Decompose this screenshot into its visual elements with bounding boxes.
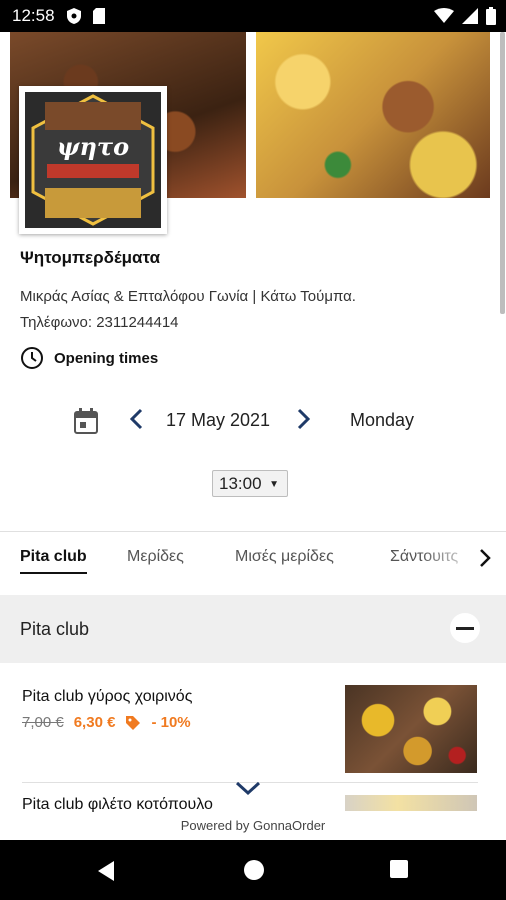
store-logo: ψητο — [19, 86, 167, 234]
selected-date: 17 May 2021 — [166, 410, 271, 430]
old-price: 7,00 € — [22, 714, 64, 731]
collapse-button[interactable] — [450, 613, 480, 643]
signal-icon — [462, 8, 478, 24]
discount-badge: - 10% — [151, 714, 191, 731]
tab-merides[interactable]: Μερίδες — [127, 548, 184, 566]
scrollbar[interactable] — [500, 32, 505, 314]
section-header[interactable]: Pita club — [0, 595, 506, 663]
hero-photo-wraps — [256, 32, 490, 198]
caret-down-icon: ▼ — [269, 479, 279, 490]
clock-icon — [21, 347, 43, 369]
store-address: Μικράς Ασίας & Επταλόφου Γωνία | Κάτω Το… — [20, 288, 356, 305]
selected-weekday: Monday — [350, 410, 415, 430]
minus-icon — [456, 627, 474, 630]
section-title: Pita club — [20, 619, 90, 639]
shield-icon — [67, 8, 81, 24]
time-select-value: 13:00 — [219, 474, 262, 493]
back-icon[interactable] — [96, 860, 116, 882]
category-tabs: Pita club Μερίδες Μισές μερίδες Σάντουιτ… — [0, 532, 506, 586]
wifi-icon — [434, 8, 454, 23]
chevron-down-icon[interactable] — [234, 780, 262, 796]
store-name: Ψητομπερδέματα — [20, 248, 161, 267]
opening-times-label: Opening times — [54, 349, 159, 367]
store-phone: Τηλέφωνο: 2311244414 — [20, 314, 179, 331]
price-row: 7,00 € 6,30 € - 10% — [22, 714, 191, 731]
menu-item[interactable]: Pita club γύρος χοιρινός 7,00 € 6,30 € -… — [0, 663, 506, 781]
tag-icon — [126, 715, 141, 730]
sd-card-icon — [93, 8, 105, 24]
opening-times-button[interactable]: Opening times — [20, 346, 158, 370]
tab-mises-merides[interactable]: Μισές μερίδες — [235, 548, 334, 566]
battery-icon — [486, 7, 496, 25]
logo-ribbon — [47, 164, 139, 178]
status-bar: 12:58 — [0, 0, 506, 32]
logo-text: ψητο — [56, 132, 130, 161]
item-image — [345, 795, 477, 811]
item-name[interactable]: Pita club φιλέτο κοτόπουλο — [22, 796, 252, 812]
date-picker: 17 May 2021 Monday — [0, 400, 506, 440]
new-price: 6,30 € — [73, 714, 116, 731]
powered-by-footer: Powered by GonnaOrder — [0, 812, 506, 840]
recent-apps-icon[interactable] — [390, 860, 408, 878]
tab-pita-club[interactable]: Pita club — [20, 548, 87, 574]
chevron-left-icon[interactable] — [128, 408, 144, 430]
home-icon[interactable] — [244, 860, 264, 880]
item-name: Pita club γύρος χοιρινός — [22, 688, 193, 705]
navigation-bar — [0, 840, 506, 900]
calendar-icon[interactable] — [74, 408, 98, 434]
chevron-right-icon[interactable] — [478, 548, 492, 568]
time-select[interactable]: 13:00 ▼ — [212, 470, 288, 497]
item-image — [345, 685, 477, 773]
status-time: 12:58 — [12, 6, 55, 25]
chevron-right-icon[interactable] — [296, 408, 312, 430]
